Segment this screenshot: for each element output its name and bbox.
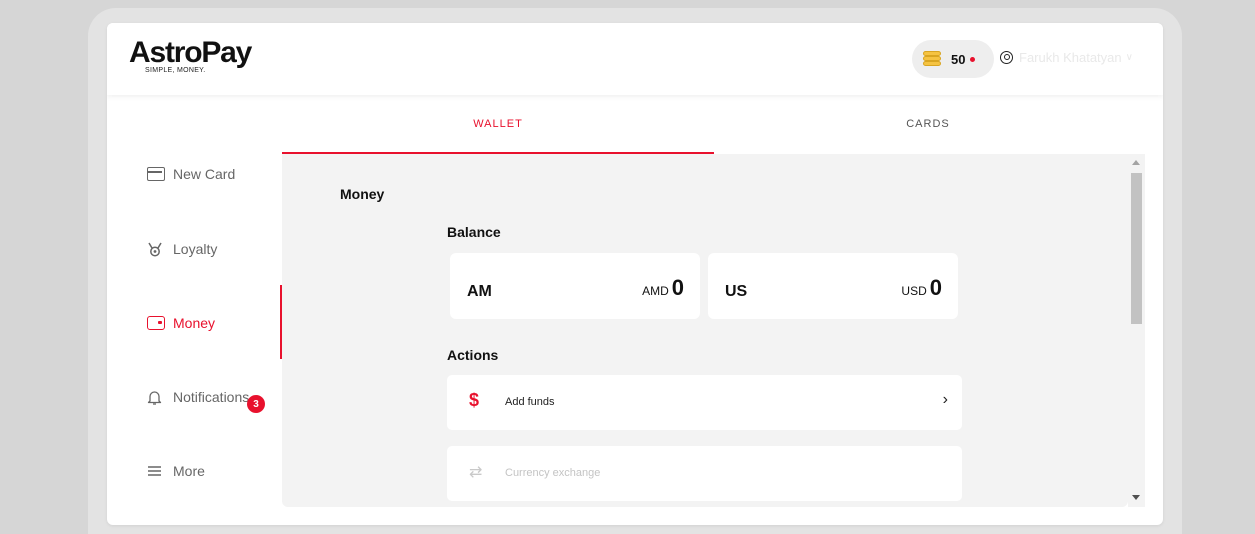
notifications-badge: 3	[247, 395, 265, 413]
bell-icon	[147, 390, 165, 405]
scrollbar-thumb[interactable]	[1131, 173, 1142, 324]
user-icon	[1000, 51, 1013, 64]
card-icon	[147, 167, 165, 181]
sidebar-item-money[interactable]: Money	[147, 313, 215, 333]
chevron-down-icon: ∨	[1125, 52, 1133, 63]
points-value: 50	[951, 51, 966, 67]
user-menu[interactable]: Farukh Khatatyan ∨	[1000, 50, 1133, 65]
balance-value: 0	[671, 275, 684, 300]
wallet-icon	[147, 316, 165, 330]
points-alert-dot	[970, 56, 976, 62]
user-name: Farukh Khatatyan	[1019, 50, 1122, 65]
points-button[interactable]: 50	[912, 40, 994, 78]
scroll-down-arrow-icon[interactable]	[1132, 495, 1140, 500]
app-window: AstroPay SIMPLE, MONEY. 50 Farukh Khatat…	[107, 23, 1163, 525]
action-label: Add funds	[505, 396, 555, 408]
add-funds-button[interactable]: $ Add funds ›	[447, 375, 962, 430]
sidebar-item-more[interactable]: More	[147, 461, 205, 481]
dollar-icon: $	[469, 390, 480, 410]
balance-value: 0	[929, 275, 942, 300]
sidebar-item-label: More	[173, 463, 205, 479]
balance-heading: Balance	[447, 224, 501, 240]
currency-exchange-button[interactable]: ⇄ Currency exchange	[447, 446, 962, 501]
actions-heading: Actions	[447, 347, 499, 363]
scroll-up-arrow-icon[interactable]	[1132, 160, 1140, 165]
tab-wallet[interactable]: WALLET	[282, 95, 714, 155]
money-panel: Money Balance AM AMD 0 US USD 0 Actions …	[282, 154, 1128, 507]
action-label: Currency exchange	[505, 467, 601, 479]
top-header: AstroPay SIMPLE, MONEY. 50 Farukh Khatat…	[107, 23, 1163, 95]
balance-country-code: US	[725, 283, 748, 300]
balance-currency: AMD	[642, 284, 669, 298]
sidebar-item-notifications[interactable]: Notifications	[147, 387, 249, 407]
sidebar: New Card Loyalty Money Notifications 3 M…	[107, 95, 282, 525]
balance-card-amd[interactable]: AM AMD 0	[450, 253, 700, 319]
coins-icon	[923, 51, 941, 67]
balance-amount: USD 0	[901, 275, 942, 301]
tab-cards[interactable]: CARDS	[714, 95, 1142, 153]
page-title: Money	[340, 186, 385, 202]
exchange-icon: ⇄	[469, 464, 483, 481]
logo-text: AstroPay	[129, 36, 252, 69]
sidebar-item-label: Notifications	[173, 389, 250, 405]
tab-bar: WALLET CARDS	[282, 95, 1142, 155]
sidebar-item-label: Money	[173, 315, 216, 331]
sidebar-item-new-card[interactable]: New Card	[147, 164, 235, 184]
menu-icon	[147, 464, 165, 478]
sidebar-item-loyalty[interactable]: Loyalty	[147, 239, 217, 259]
astropay-logo[interactable]: AstroPay SIMPLE, MONEY.	[129, 36, 252, 75]
balance-card-usd[interactable]: US USD 0	[708, 253, 958, 319]
balance-amount: AMD 0	[642, 275, 684, 301]
sidebar-item-label: Loyalty	[173, 241, 218, 257]
balance-country-code: AM	[467, 283, 492, 300]
sidebar-item-label: New Card	[173, 166, 236, 182]
medal-icon	[147, 242, 165, 257]
balance-currency: USD	[901, 284, 927, 298]
chevron-right-icon: ›	[942, 391, 948, 408]
